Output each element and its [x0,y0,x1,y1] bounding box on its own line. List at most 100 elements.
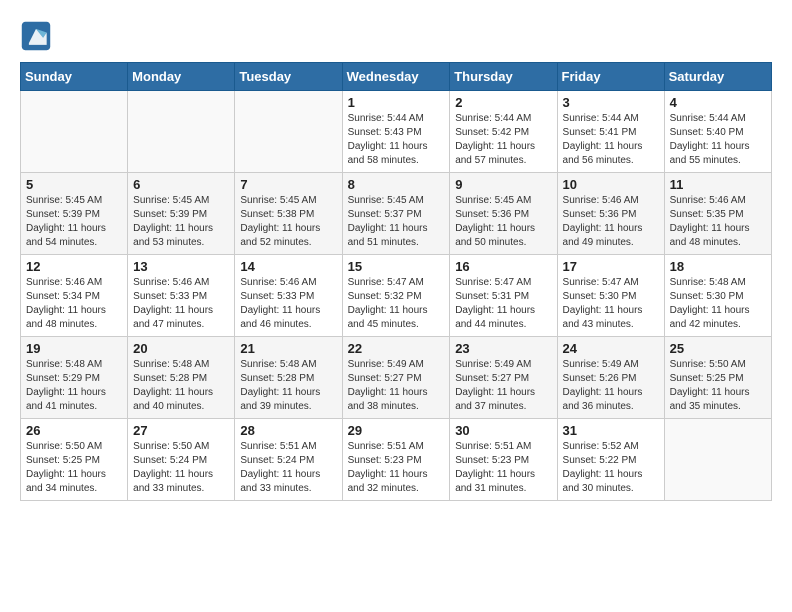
day-number: 3 [563,95,659,110]
calendar-cell: 7 Sunrise: 5:45 AMSunset: 5:38 PMDaylight… [235,173,342,255]
calendar-cell: 11 Sunrise: 5:46 AMSunset: 5:35 PMDayligh… [664,173,771,255]
calendar-cell: 14Sunrise: 5:46 AMSunset: 5:33 PMDayligh… [235,255,342,337]
calendar-cell: 8 Sunrise: 5:45 AMSunset: 5:37 PMDaylight… [342,173,450,255]
header-row: SundayMondayTuesdayWednesdayThursdayFrid… [21,63,772,91]
day-info: Sunrise: 5:50 AMSunset: 5:25 PMDaylight:… [26,440,122,496]
calendar-cell: 10Sunrise: 5:46 AMSunset: 5:36 PMDayligh… [557,173,664,255]
day-number: 12 [26,259,122,274]
calendar-cell: 2 Sunrise: 5:44 AMSunset: 5:42 PMDaylight… [450,91,557,173]
weekday-header: Thursday [450,63,557,91]
day-number: 8 [348,177,445,192]
calendar-cell: 9 Sunrise: 5:45 AMSunset: 5:36 PMDaylight… [450,173,557,255]
day-info: Sunrise: 5:49 AMSunset: 5:27 PMDaylight:… [348,358,445,414]
weekday-header: Sunday [21,63,128,91]
calendar-cell: 29 Sunrise: 5:51 AMSunset: 5:23 PMDayligh… [342,419,450,501]
calendar-cell: 28 Sunrise: 5:51 AMSunset: 5:24 PMDayligh… [235,419,342,501]
day-number: 7 [240,177,336,192]
day-number: 13 [133,259,229,274]
day-number: 31 [563,423,659,438]
day-number: 5 [26,177,122,192]
logo [20,20,58,52]
weekday-header: Saturday [664,63,771,91]
calendar-cell [21,91,128,173]
day-number: 9 [455,177,551,192]
day-info: Sunrise: 5:48 AMSunset: 5:28 PMDaylight:… [240,358,336,414]
day-info: Sunrise: 5:51 AMSunset: 5:24 PMDaylight:… [240,440,336,496]
day-info: Sunrise: 5:46 AMSunset: 5:35 PMDaylight:… [670,194,766,250]
day-info: Sunrise: 5:48 AMSunset: 5:29 PMDaylight:… [26,358,122,414]
day-number: 10 [563,177,659,192]
calendar-cell: 6Sunrise: 5:45 AMSunset: 5:39 PMDaylight… [128,173,235,255]
calendar-cell: 27 Sunrise: 5:50 AMSunset: 5:24 PMDayligh… [128,419,235,501]
day-info: Sunrise: 5:50 AMSunset: 5:24 PMDaylight:… [133,440,229,496]
day-info: Sunrise: 5:47 AMSunset: 5:32 PMDaylight:… [348,276,445,332]
day-info: Sunrise: 5:45 AMSunset: 5:36 PMDaylight:… [455,194,551,250]
day-number: 1 [348,95,445,110]
day-info: Sunrise: 5:52 AMSunset: 5:22 PMDaylight:… [563,440,659,496]
day-number: 22 [348,341,445,356]
day-info: Sunrise: 5:45 AMSunset: 5:37 PMDaylight:… [348,194,445,250]
day-info: Sunrise: 5:46 AMSunset: 5:34 PMDaylight:… [26,276,122,332]
weekday-header: Wednesday [342,63,450,91]
day-number: 25 [670,341,766,356]
day-number: 11 [670,177,766,192]
day-number: 24 [563,341,659,356]
calendar-week-row: 1 Sunrise: 5:44 AMSunset: 5:43 PMDaylight… [21,91,772,173]
weekday-header: Tuesday [235,63,342,91]
day-info: Sunrise: 5:51 AMSunset: 5:23 PMDaylight:… [455,440,551,496]
calendar-cell: 15 Sunrise: 5:47 AMSunset: 5:32 PMDayligh… [342,255,450,337]
day-info: Sunrise: 5:44 AMSunset: 5:43 PMDaylight:… [348,112,445,168]
day-number: 15 [348,259,445,274]
header [20,20,772,52]
calendar-cell: 31 Sunrise: 5:52 AMSunset: 5:22 PMDayligh… [557,419,664,501]
day-info: Sunrise: 5:47 AMSunset: 5:30 PMDaylight:… [563,276,659,332]
logo-icon [20,20,52,52]
day-number: 16 [455,259,551,274]
calendar-cell [128,91,235,173]
calendar-cell: 1 Sunrise: 5:44 AMSunset: 5:43 PMDaylight… [342,91,450,173]
day-number: 19 [26,341,122,356]
day-info: Sunrise: 5:49 AMSunset: 5:26 PMDaylight:… [563,358,659,414]
day-number: 20 [133,341,229,356]
calendar-table: SundayMondayTuesdayWednesdayThursdayFrid… [20,62,772,501]
calendar-cell [235,91,342,173]
calendar-cell [664,419,771,501]
page: SundayMondayTuesdayWednesdayThursdayFrid… [0,0,792,511]
calendar-cell: 21Sunrise: 5:48 AMSunset: 5:28 PMDayligh… [235,337,342,419]
day-info: Sunrise: 5:44 AMSunset: 5:41 PMDaylight:… [563,112,659,168]
day-info: Sunrise: 5:45 AMSunset: 5:38 PMDaylight:… [240,194,336,250]
weekday-header: Friday [557,63,664,91]
calendar-cell: 5Sunrise: 5:45 AMSunset: 5:39 PMDaylight… [21,173,128,255]
day-info: Sunrise: 5:47 AMSunset: 5:31 PMDaylight:… [455,276,551,332]
calendar-cell: 13 Sunrise: 5:46 AMSunset: 5:33 PMDayligh… [128,255,235,337]
day-info: Sunrise: 5:44 AMSunset: 5:42 PMDaylight:… [455,112,551,168]
day-info: Sunrise: 5:44 AMSunset: 5:40 PMDaylight:… [670,112,766,168]
day-number: 26 [26,423,122,438]
day-number: 2 [455,95,551,110]
calendar-cell: 22 Sunrise: 5:49 AMSunset: 5:27 PMDayligh… [342,337,450,419]
calendar-cell: 4 Sunrise: 5:44 AMSunset: 5:40 PMDaylight… [664,91,771,173]
day-number: 23 [455,341,551,356]
day-number: 14 [240,259,336,274]
day-info: Sunrise: 5:48 AMSunset: 5:28 PMDaylight:… [133,358,229,414]
day-info: Sunrise: 5:48 AMSunset: 5:30 PMDaylight:… [670,276,766,332]
day-number: 6 [133,177,229,192]
calendar-cell: 18 Sunrise: 5:48 AMSunset: 5:30 PMDayligh… [664,255,771,337]
calendar-week-row: 12 Sunrise: 5:46 AMSunset: 5:34 PMDayligh… [21,255,772,337]
calendar-cell: 16 Sunrise: 5:47 AMSunset: 5:31 PMDayligh… [450,255,557,337]
day-number: 4 [670,95,766,110]
day-number: 28 [240,423,336,438]
calendar-cell: 30Sunrise: 5:51 AMSunset: 5:23 PMDayligh… [450,419,557,501]
weekday-header: Monday [128,63,235,91]
day-info: Sunrise: 5:51 AMSunset: 5:23 PMDaylight:… [348,440,445,496]
calendar-cell: 25 Sunrise: 5:50 AMSunset: 5:25 PMDayligh… [664,337,771,419]
calendar-week-row: 26 Sunrise: 5:50 AMSunset: 5:25 PMDayligh… [21,419,772,501]
day-info: Sunrise: 5:46 AMSunset: 5:33 PMDaylight:… [133,276,229,332]
calendar-cell: 17Sunrise: 5:47 AMSunset: 5:30 PMDayligh… [557,255,664,337]
day-info: Sunrise: 5:50 AMSunset: 5:25 PMDaylight:… [670,358,766,414]
day-number: 29 [348,423,445,438]
day-number: 27 [133,423,229,438]
calendar-week-row: 19 Sunrise: 5:48 AMSunset: 5:29 PMDayligh… [21,337,772,419]
calendar-cell: 24 Sunrise: 5:49 AMSunset: 5:26 PMDayligh… [557,337,664,419]
day-number: 18 [670,259,766,274]
